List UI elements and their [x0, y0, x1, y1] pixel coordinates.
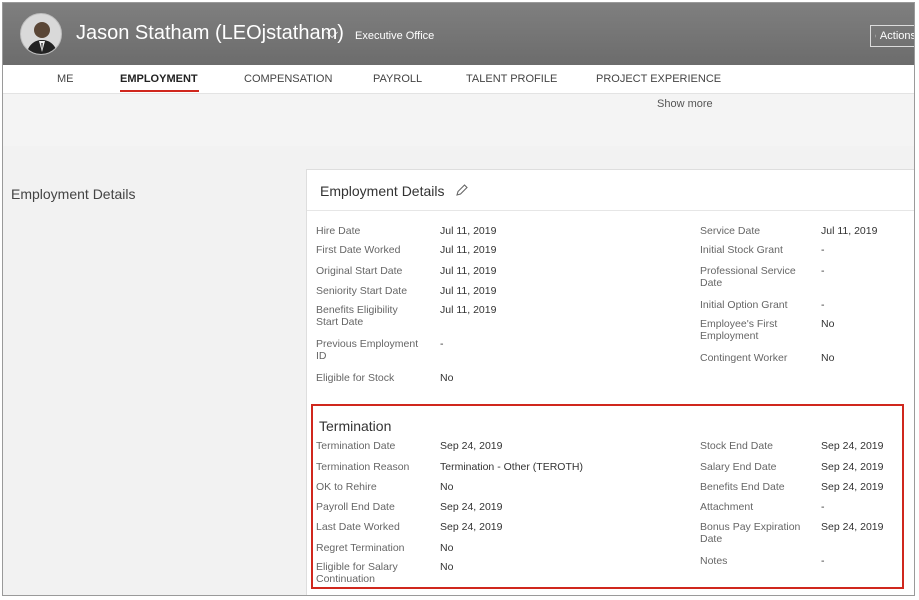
profile-header: Jason Statham (LEOjstatham) ⌵ Executive … — [3, 3, 914, 65]
field-label: Payroll End Date — [316, 501, 395, 513]
field-value: Jul 11, 2019 — [440, 304, 497, 316]
termination-title: Termination — [319, 418, 392, 434]
tab-compensation[interactable]: COMPENSATION — [244, 73, 332, 85]
field-label: Original Start Date — [316, 265, 403, 277]
summary-band — [3, 94, 914, 146]
field-value: Sep 24, 2019 — [440, 501, 503, 513]
section-heading: Employment Details — [11, 186, 136, 202]
field-value: No — [440, 542, 454, 554]
field-label: Notes — [700, 555, 728, 567]
card-header: Employment Details — [307, 170, 914, 211]
field-value: Jul 11, 2019 — [440, 265, 497, 277]
field-label: Service Date — [700, 225, 761, 237]
tab-payroll[interactable]: PAYROLL — [373, 73, 422, 85]
tab-talent-profile[interactable]: TALENT PROFILE — [466, 73, 557, 85]
card-title: Employment Details — [320, 183, 445, 199]
field-value: Sep 24, 2019 — [440, 521, 503, 533]
app-frame: Jason Statham (LEOjstatham) ⌵ Executive … — [2, 2, 915, 596]
field-label: Termination Reason — [316, 461, 410, 473]
field-value: Termination - Other (TEROTH) — [440, 461, 583, 473]
department-label: Executive Office — [355, 30, 435, 42]
field-value: Sep 24, 2019 — [821, 440, 884, 452]
active-tab-indicator — [120, 90, 199, 92]
field-label: Attachment — [700, 501, 754, 513]
field-value: No — [821, 352, 835, 364]
field-value: - — [821, 555, 825, 567]
field-label: Last Date Worked — [316, 521, 400, 533]
field-value: - — [440, 338, 444, 350]
chevron-down-icon[interactable]: ⌵ — [326, 25, 338, 43]
avatar[interactable] — [20, 13, 62, 55]
field-label: Hire Date — [316, 225, 361, 237]
tab-employment[interactable]: EMPLOYMENT — [120, 73, 198, 85]
field-value: - — [821, 299, 825, 311]
field-value: Sep 24, 2019 — [821, 481, 884, 493]
field-value: Sep 24, 2019 — [821, 461, 884, 473]
field-label: Previous Employment ID — [316, 338, 419, 362]
field-label: Termination Date — [316, 440, 396, 452]
field-label: Benefits Eligibility Start Date — [316, 304, 398, 328]
show-more-link[interactable]: Show more — [657, 98, 713, 110]
field-value: Sep 24, 2019 — [821, 521, 884, 533]
actions-button[interactable]: Actions — [870, 25, 915, 47]
field-label: OK to Rehire — [316, 481, 377, 493]
field-value: No — [440, 561, 454, 573]
field-value: Jul 11, 2019 — [821, 225, 878, 237]
field-value: - — [821, 501, 825, 513]
field-label: Benefits End Date — [700, 481, 785, 493]
field-label: Stock End Date — [700, 440, 773, 452]
more-vertical-icon — [875, 34, 876, 38]
field-label: Salary End Date — [700, 461, 777, 473]
field-value: Sep 24, 2019 — [440, 440, 503, 452]
field-label: Employee's First Employment — [700, 318, 778, 342]
field-label: Eligible for Salary Continuation — [316, 561, 398, 585]
field-label: Regret Termination — [316, 542, 405, 554]
field-value: Jul 11, 2019 — [440, 244, 497, 256]
tab-project-experience[interactable]: PROJECT EXPERIENCE — [596, 73, 721, 85]
field-label: Bonus Pay Expiration Date — [700, 521, 801, 545]
tab-me[interactable]: ME — [57, 73, 74, 85]
field-label: Initial Stock Grant — [700, 244, 783, 256]
user-name[interactable]: Jason Statham (LEOjstatham) — [76, 22, 344, 45]
field-label: Eligible for Stock — [316, 372, 395, 384]
field-label: Professional Service Date — [700, 265, 796, 289]
field-label: Contingent Worker — [700, 352, 788, 364]
field-label: Initial Option Grant — [700, 299, 788, 311]
field-value: No — [440, 372, 454, 384]
field-value: No — [440, 481, 454, 493]
actions-label: Actions — [879, 30, 915, 42]
field-value: - — [821, 244, 825, 256]
pencil-icon[interactable] — [455, 183, 469, 197]
field-value: - — [821, 265, 825, 277]
field-label: Seniority Start Date — [316, 285, 408, 297]
field-value: Jul 11, 2019 — [440, 285, 497, 297]
field-label: First Date Worked — [316, 244, 401, 256]
field-value: Jul 11, 2019 — [440, 225, 497, 237]
field-value: No — [821, 318, 835, 330]
